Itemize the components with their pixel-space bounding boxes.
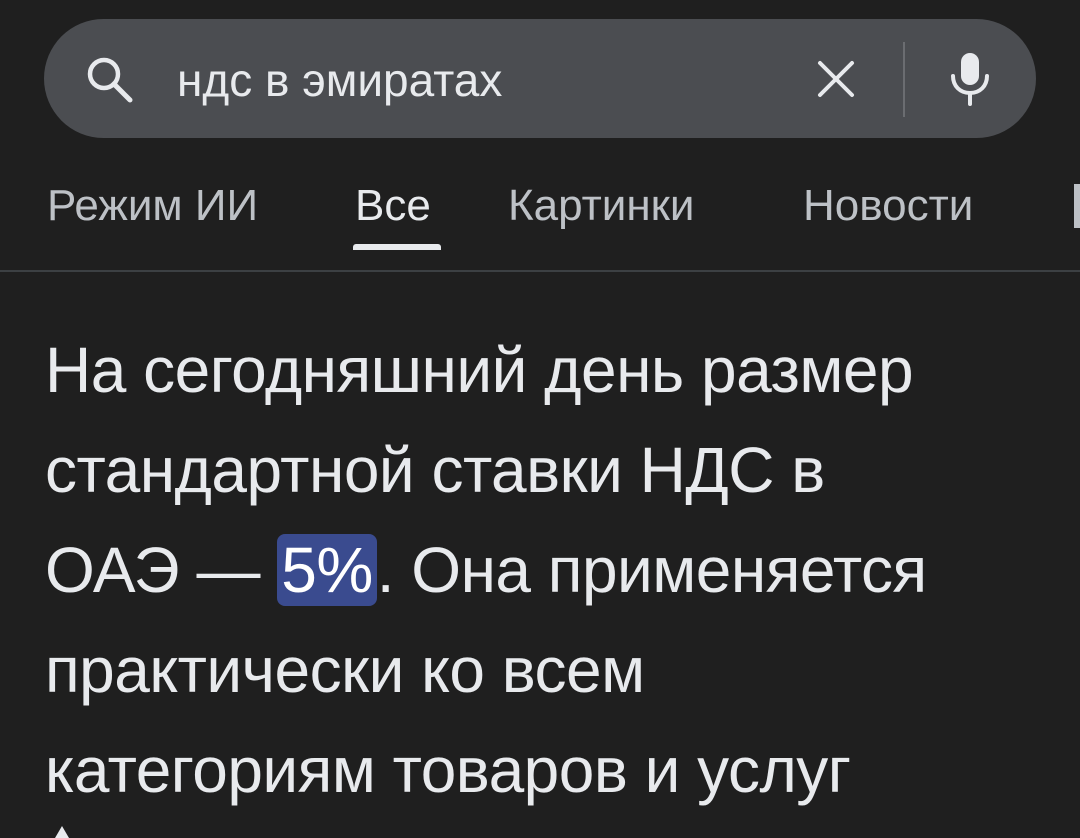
tab-images[interactable]: Картинки (508, 178, 694, 234)
answer-line: категориям товаров и услуг (45, 734, 851, 806)
tab-active-indicator (353, 244, 441, 250)
answer-text: . Она применяется (376, 534, 927, 606)
answer-line: ОАЭ — 5%. Она применяется (45, 520, 1055, 620)
search-tabs: Режим ИИ Все Картинки Новости (0, 160, 1080, 272)
search-divider (903, 42, 905, 117)
answer-line: На сегодняшний день размер (45, 334, 914, 406)
search-icon[interactable] (85, 55, 135, 105)
close-icon[interactable] (810, 53, 862, 105)
tab-all[interactable]: Все (355, 178, 431, 234)
answer-line: стандартной ставки НДС в (45, 434, 825, 506)
mic-icon[interactable] (944, 50, 996, 108)
search-input[interactable]: ндс в эмиратах (177, 40, 777, 120)
tab-ai-mode[interactable]: Режим ИИ (47, 178, 258, 234)
answer-line: практически ко всем (45, 634, 645, 706)
next-line-peek (55, 826, 69, 838)
tab-news[interactable]: Новости (803, 178, 973, 234)
tab-overflow-peek (1074, 184, 1080, 228)
answer-text: ОАЭ — (45, 534, 278, 606)
featured-answer: На сегодняшний день размер стандартной с… (45, 320, 1055, 820)
highlighted-answer: 5% (277, 534, 377, 606)
